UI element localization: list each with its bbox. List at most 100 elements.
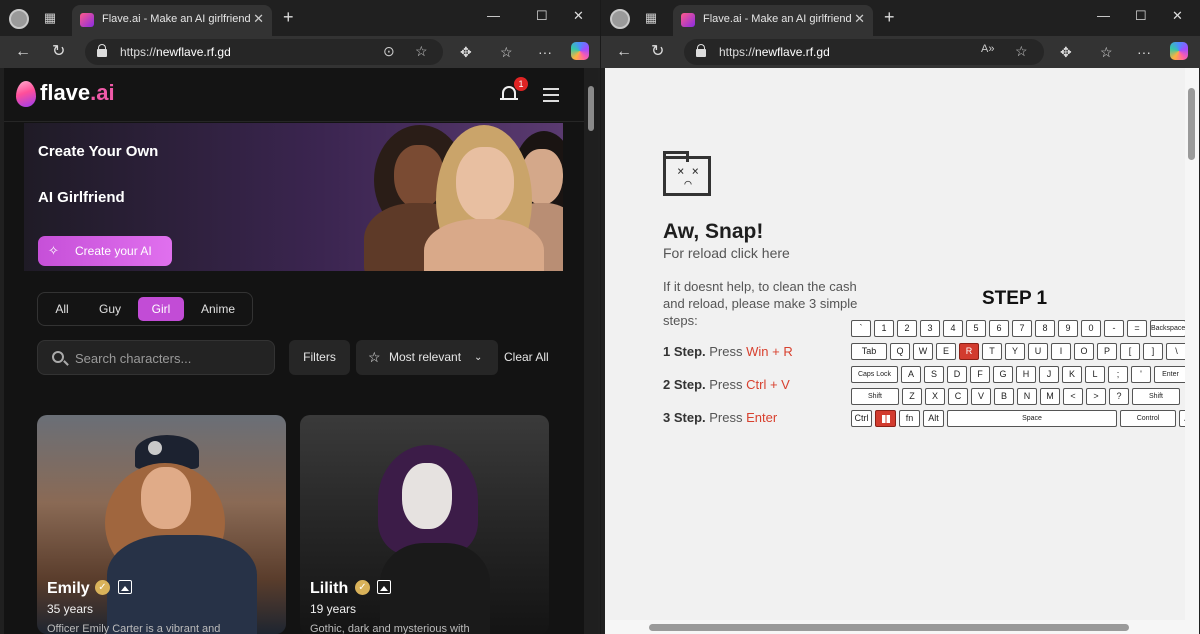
key-2: 2 bbox=[897, 320, 917, 337]
key-e: E bbox=[936, 343, 956, 360]
extensions-icon[interactable]: ✥ bbox=[1060, 42, 1072, 62]
more-menu-icon[interactable]: ··· bbox=[538, 42, 552, 62]
character-desc: Officer Emily Carter is a vibrant and bbox=[47, 623, 221, 634]
back-icon[interactable]: ← bbox=[616, 42, 632, 62]
key-: > bbox=[1086, 388, 1106, 405]
address-bar[interactable]: https://newflave.rf.gd A» ☆ bbox=[684, 39, 1044, 65]
site-header: flave.ai 1 bbox=[4, 68, 584, 122]
site-logo[interactable]: flave.ai bbox=[40, 80, 115, 106]
browser-tab-active[interactable]: Flave.ai - Make an AI girlfriend ✕ bbox=[673, 5, 873, 36]
key-: ` bbox=[851, 320, 871, 337]
refresh-icon[interactable]: ↻ bbox=[651, 42, 664, 62]
maximize-icon[interactable]: ☐ bbox=[1135, 8, 1147, 24]
character-card[interactable]: Emily ✓ 35 years Officer Emily Carter is… bbox=[37, 415, 286, 634]
minimize-icon[interactable]: — bbox=[1097, 8, 1110, 23]
notification-badge: 1 bbox=[514, 77, 528, 91]
copilot-icon[interactable] bbox=[571, 42, 589, 60]
favorite-star-icon[interactable]: ☆ bbox=[1015, 43, 1028, 60]
nav-toolbar: ← ↻ https://newflave.rf.gd A» ☆ ✥ ☆ ··· bbox=[601, 36, 1200, 68]
banner-title-line2: AI Girlfriend bbox=[38, 189, 125, 206]
tab-title: Flave.ai - Make an AI girlfriend bbox=[102, 13, 251, 25]
address-bar[interactable]: https://newflave.rf.gd ⊙ ☆ bbox=[85, 39, 443, 65]
banner-title-line1: Create Your Own bbox=[38, 143, 159, 160]
horizontal-scrollbar-thumb[interactable] bbox=[649, 624, 1129, 631]
flave-page: flave.ai 1 Create Your Own AI Girlfriend… bbox=[4, 68, 584, 634]
key-8: 8 bbox=[1035, 320, 1055, 337]
key-k: K bbox=[1062, 366, 1082, 383]
favorites-icon[interactable]: ☆ bbox=[1100, 42, 1113, 62]
create-ai-button[interactable]: ✧ Create your AI bbox=[38, 236, 172, 266]
key-s: S bbox=[924, 366, 944, 383]
hero-banner: Create Your Own AI Girlfriend ✧ Create y… bbox=[24, 123, 563, 271]
close-window-icon[interactable]: ✕ bbox=[1172, 8, 1183, 24]
category-girl[interactable]: Girl bbox=[138, 297, 184, 321]
left-browser-window: ▦ Flave.ai - Make an AI girlfriend ✕ + —… bbox=[0, 0, 600, 634]
key-b: B bbox=[994, 388, 1014, 405]
character-card[interactable]: Lilith ✓ 19 years Gothic, dark and myste… bbox=[300, 415, 549, 634]
back-icon[interactable]: ← bbox=[15, 42, 31, 62]
key-shift: Shift bbox=[1132, 388, 1180, 405]
close-tab-icon[interactable]: ✕ bbox=[253, 11, 264, 27]
lock-icon bbox=[696, 44, 706, 57]
refresh-icon[interactable]: ↻ bbox=[52, 42, 65, 62]
close-window-icon[interactable]: ✕ bbox=[573, 8, 584, 24]
search-input[interactable]: Search characters... bbox=[37, 340, 275, 375]
category-all[interactable]: All bbox=[42, 297, 82, 321]
collections-icon[interactable]: ▦ bbox=[42, 10, 58, 26]
key-control: Control bbox=[1120, 410, 1176, 427]
maximize-icon[interactable]: ☐ bbox=[536, 8, 548, 24]
star-icon: ☆ bbox=[368, 349, 381, 365]
character-age: 19 years bbox=[310, 602, 357, 616]
browser-tab-active[interactable]: Flave.ai - Make an AI girlfriend ✕ bbox=[72, 5, 272, 36]
clear-all-link[interactable]: Clear All bbox=[504, 350, 549, 364]
key-alt: Alt bbox=[923, 410, 944, 427]
scrollbar-thumb[interactable] bbox=[588, 86, 594, 131]
copilot-icon[interactable] bbox=[1170, 42, 1188, 60]
key-: = bbox=[1127, 320, 1147, 337]
sort-dropdown[interactable]: ☆ Most relevant ⌄ bbox=[356, 340, 498, 375]
minimize-icon[interactable]: — bbox=[487, 8, 500, 23]
keyboard-title: STEP 1 bbox=[982, 288, 1048, 309]
close-tab-icon[interactable]: ✕ bbox=[854, 11, 865, 27]
key-u: U bbox=[1028, 343, 1048, 360]
more-menu-icon[interactable]: ··· bbox=[1137, 42, 1151, 62]
profile-avatar[interactable] bbox=[610, 9, 630, 29]
favorites-icon[interactable]: ☆ bbox=[500, 42, 513, 62]
image-icon[interactable] bbox=[377, 580, 391, 594]
flame-logo-icon bbox=[16, 81, 36, 107]
key-m: M bbox=[1040, 388, 1060, 405]
key-w: W bbox=[913, 343, 933, 360]
url-text: https://newflave.rf.gd bbox=[719, 45, 830, 59]
tracking-icon[interactable]: ⊙ bbox=[383, 43, 395, 60]
extensions-icon[interactable]: ✥ bbox=[460, 42, 472, 62]
new-tab-icon[interactable]: + bbox=[283, 8, 294, 26]
verified-icon: ✓ bbox=[95, 580, 110, 595]
favorite-star-icon[interactable]: ☆ bbox=[415, 43, 428, 60]
tab-title: Flave.ai - Make an AI girlfriend bbox=[703, 13, 852, 25]
key-: ? bbox=[1109, 388, 1129, 405]
character-name: Lilith bbox=[310, 580, 349, 597]
key-a: A bbox=[901, 366, 921, 383]
key-: [ bbox=[1120, 343, 1140, 360]
vertical-scrollbar[interactable] bbox=[584, 68, 598, 634]
horizontal-scrollbar[interactable] bbox=[605, 620, 1185, 634]
key-4: 4 bbox=[943, 320, 963, 337]
category-anime[interactable]: Anime bbox=[190, 297, 246, 321]
step-3: 3 Step. Press Enter bbox=[663, 410, 778, 425]
key-9: 9 bbox=[1058, 320, 1078, 337]
lock-icon bbox=[97, 44, 107, 57]
collections-icon[interactable]: ▦ bbox=[643, 10, 659, 26]
menu-icon[interactable] bbox=[543, 88, 559, 106]
scrollbar-thumb[interactable] bbox=[1188, 88, 1195, 160]
key-d: D bbox=[947, 366, 967, 383]
filters-button[interactable]: Filters bbox=[289, 340, 350, 375]
category-guy[interactable]: Guy bbox=[90, 297, 130, 321]
image-icon[interactable] bbox=[118, 580, 132, 594]
reload-link[interactable]: For reload click here bbox=[663, 245, 790, 261]
read-aloud-icon[interactable]: A» bbox=[981, 43, 994, 55]
keyboard-diagram: ` 1 2 3 4 5 6 7 8 9 0- = Backspace Tab Q W E R T Y U I O P[] \ Ca… bbox=[851, 320, 1185, 428]
key-l: L bbox=[1085, 366, 1105, 383]
new-tab-icon[interactable]: + bbox=[884, 8, 895, 26]
flave-favicon-icon bbox=[681, 13, 695, 27]
profile-avatar[interactable] bbox=[9, 9, 29, 29]
